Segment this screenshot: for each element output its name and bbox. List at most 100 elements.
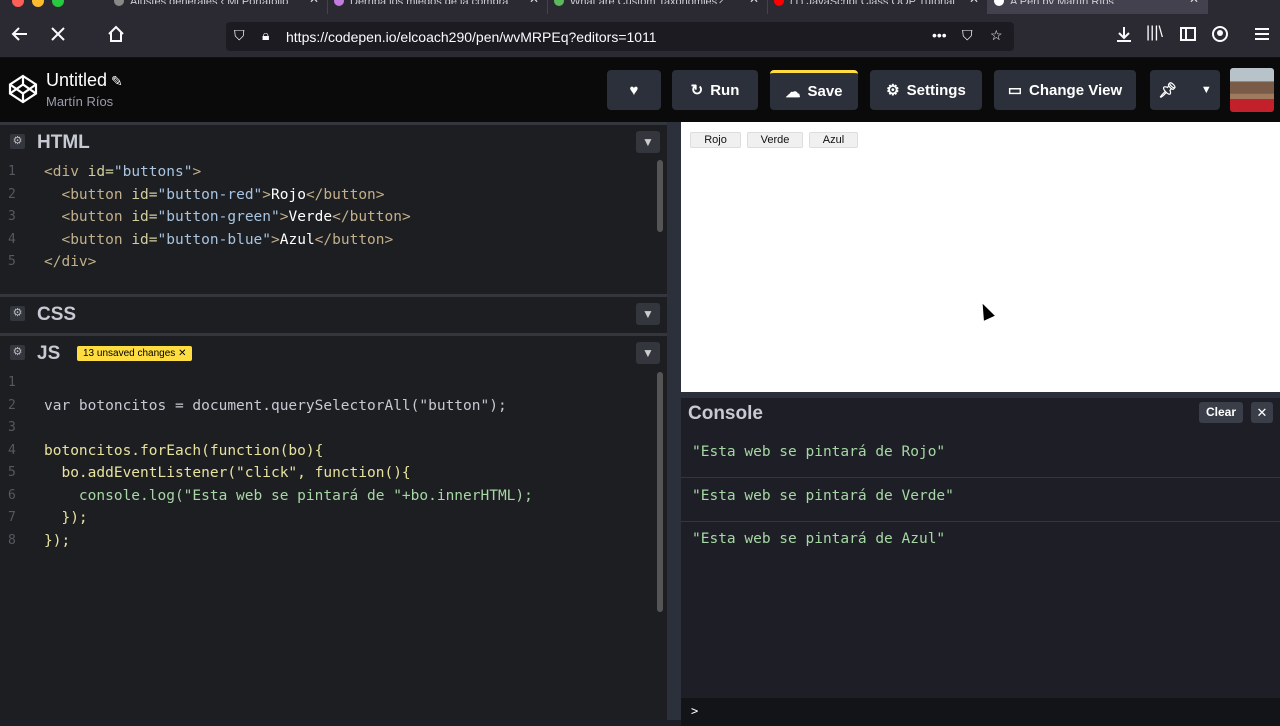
- tab-favicon-icon: [114, 0, 124, 6]
- console-prompt-symbol: >: [691, 704, 699, 718]
- shield-icon[interactable]: ⛉: [234, 27, 245, 44]
- line-number: 4: [8, 443, 16, 458]
- html-editor-scrollbar[interactable]: [657, 160, 663, 232]
- console-panel: Console Clear ✕ "Esta web se pintará de …: [681, 392, 1280, 726]
- close-tab-icon[interactable]: ✕: [309, 0, 319, 5]
- badge-text: 13 unsaved changes: [83, 348, 176, 359]
- codepen-header: Untitled ✎ Martín Ríos ♥ ↻ Run ☁ Save ⚙ S…: [0, 58, 1280, 122]
- pin-button[interactable]: 📌︎ ▼: [1150, 70, 1220, 110]
- codepen-logo-icon[interactable]: [8, 74, 38, 109]
- change-view-button-label: Change View: [1029, 81, 1123, 99]
- sidebar-icon[interactable]: [1178, 24, 1198, 49]
- gear-icon: ⚙: [886, 82, 900, 99]
- close-window-icon[interactable]: [12, 0, 24, 7]
- line-number: 8: [8, 533, 16, 548]
- chevron-down-icon[interactable]: ▼: [636, 131, 660, 153]
- pen-author[interactable]: Martín Ríos: [46, 94, 113, 109]
- menu-icon[interactable]: [1252, 24, 1272, 49]
- zoom-window-icon[interactable]: [52, 0, 64, 7]
- pen-title[interactable]: Untitled ✎: [46, 70, 123, 91]
- browser-tab-active[interactable]: A Pen by Martín Ríos ✕: [988, 0, 1208, 14]
- browser-tab[interactable]: Ajustes generales ‹ Mi Portafolio ✕: [108, 0, 328, 14]
- code-token: "button-red": [157, 187, 263, 203]
- console-input[interactable]: >: [681, 698, 1280, 726]
- save-button[interactable]: ☁ Save: [770, 70, 858, 110]
- line-number: 4: [8, 232, 16, 247]
- run-button[interactable]: ↻ Run: [672, 70, 758, 110]
- code-token: >: [271, 232, 280, 248]
- change-view-button[interactable]: ▭ Change View: [994, 70, 1136, 110]
- js-code-area[interactable]: 1 2 var botoncitos = document.querySelect…: [0, 375, 660, 575]
- browser-tab[interactable]: What are Custom Taxonomies? ✕: [548, 0, 768, 14]
- account-icon[interactable]: [1210, 24, 1230, 49]
- love-button[interactable]: ♥: [607, 70, 661, 110]
- pane-resize-handle[interactable]: [667, 122, 681, 720]
- bookmark-star-icon[interactable]: ☆: [990, 27, 1003, 44]
- lock-icon[interactable]: 🔒︎: [262, 27, 269, 44]
- html-editor-header: ⚙ HTML ▼: [0, 122, 667, 160]
- unsaved-changes-badge[interactable]: 13 unsaved changes ✕: [77, 346, 193, 361]
- console-header: Console Clear ✕: [681, 398, 1280, 434]
- cloud-icon: ☁: [785, 83, 801, 101]
- tab-favicon-icon: [554, 0, 564, 6]
- browser-tab[interactable]: Derriba los miedos de la compra ✕: [328, 0, 548, 14]
- chevron-down-icon[interactable]: ▼: [636, 342, 660, 364]
- preview-button-rojo[interactable]: Rojo: [690, 132, 741, 148]
- js-settings-gear-icon[interactable]: ⚙: [10, 345, 25, 360]
- chevron-down-icon[interactable]: ▼: [636, 303, 660, 325]
- preview-button-verde[interactable]: Verde: [747, 132, 803, 148]
- code-token: id=: [131, 232, 158, 248]
- console-log-text: "Esta web se pintará de Verde": [692, 488, 954, 504]
- user-avatar[interactable]: [1230, 68, 1274, 112]
- stop-loading-icon[interactable]: [48, 24, 68, 49]
- edit-pencil-icon[interactable]: ✎: [111, 73, 123, 89]
- save-button-label: Save: [807, 83, 843, 100]
- home-icon[interactable]: [106, 24, 126, 49]
- html-editor-title: HTML: [37, 132, 90, 153]
- browser-tab[interactable]: (1) JavaScript Class OOP Tutorial ✕: [768, 0, 988, 14]
- line-number: 5: [8, 254, 16, 269]
- close-tab-icon[interactable]: ✕: [529, 0, 539, 5]
- back-arrow-icon[interactable]: [10, 24, 30, 49]
- settings-button-label: Settings: [906, 81, 966, 99]
- console-log-text: "Esta web se pintará de Rojo": [692, 444, 946, 460]
- tab-favicon-icon: [774, 0, 784, 6]
- line-number: 3: [8, 420, 16, 435]
- library-icon[interactable]: |||\: [1146, 24, 1163, 42]
- more-actions-icon[interactable]: •••: [932, 27, 947, 43]
- preview-button-azul[interactable]: Azul: [809, 132, 858, 148]
- dismiss-icon[interactable]: ✕: [178, 348, 186, 359]
- code-token: </button>: [332, 209, 411, 225]
- close-tab-icon[interactable]: ✕: [969, 0, 979, 5]
- code-token: id=: [87, 164, 114, 180]
- code-token: <button: [44, 232, 132, 248]
- css-editor-header: ⚙ CSS ▼: [0, 294, 667, 332]
- browser-tab-strip: Ajustes generales ‹ Mi Portafolio ✕ Derr…: [0, 0, 1280, 14]
- css-settings-gear-icon[interactable]: ⚙: [10, 306, 25, 321]
- js-editor-title: JS: [37, 343, 61, 364]
- code-token: <button: [44, 187, 132, 203]
- line-number: 1: [8, 164, 16, 179]
- code-token: <div: [44, 164, 88, 180]
- html-settings-gear-icon[interactable]: ⚙: [10, 134, 25, 149]
- js-editor-scrollbar[interactable]: [657, 372, 663, 612]
- pen-title-text[interactable]: Untitled: [46, 70, 107, 90]
- settings-button[interactable]: ⚙ Settings: [870, 70, 982, 110]
- line-number: 1: [8, 375, 16, 390]
- code-token: "button-blue": [157, 232, 272, 248]
- pocket-icon[interactable]: ⛉: [962, 27, 973, 44]
- close-tab-icon[interactable]: ✕: [1189, 0, 1199, 5]
- minimize-window-icon[interactable]: [32, 0, 44, 7]
- downloads-icon[interactable]: [1114, 24, 1134, 49]
- close-console-icon[interactable]: ✕: [1251, 402, 1273, 423]
- code-token: id=: [131, 209, 158, 225]
- code-text: botoncitos.forEach(function(bo){: [44, 443, 324, 459]
- address-bar[interactable]: ⛉ 🔒︎ https://codepen.io/elcoach290/pen/w…: [226, 22, 1014, 51]
- clear-console-button[interactable]: Clear: [1199, 402, 1243, 423]
- console-title: Console: [688, 403, 763, 424]
- line-number: 3: [8, 209, 16, 224]
- html-code-area[interactable]: 1 <div id="buttons"> 2 <button id="button…: [0, 164, 660, 294]
- close-tab-icon[interactable]: ✕: [749, 0, 759, 5]
- url-text[interactable]: https://codepen.io/elcoach290/pen/wvMRPE…: [286, 29, 657, 45]
- tab-favicon-icon: [994, 0, 1004, 6]
